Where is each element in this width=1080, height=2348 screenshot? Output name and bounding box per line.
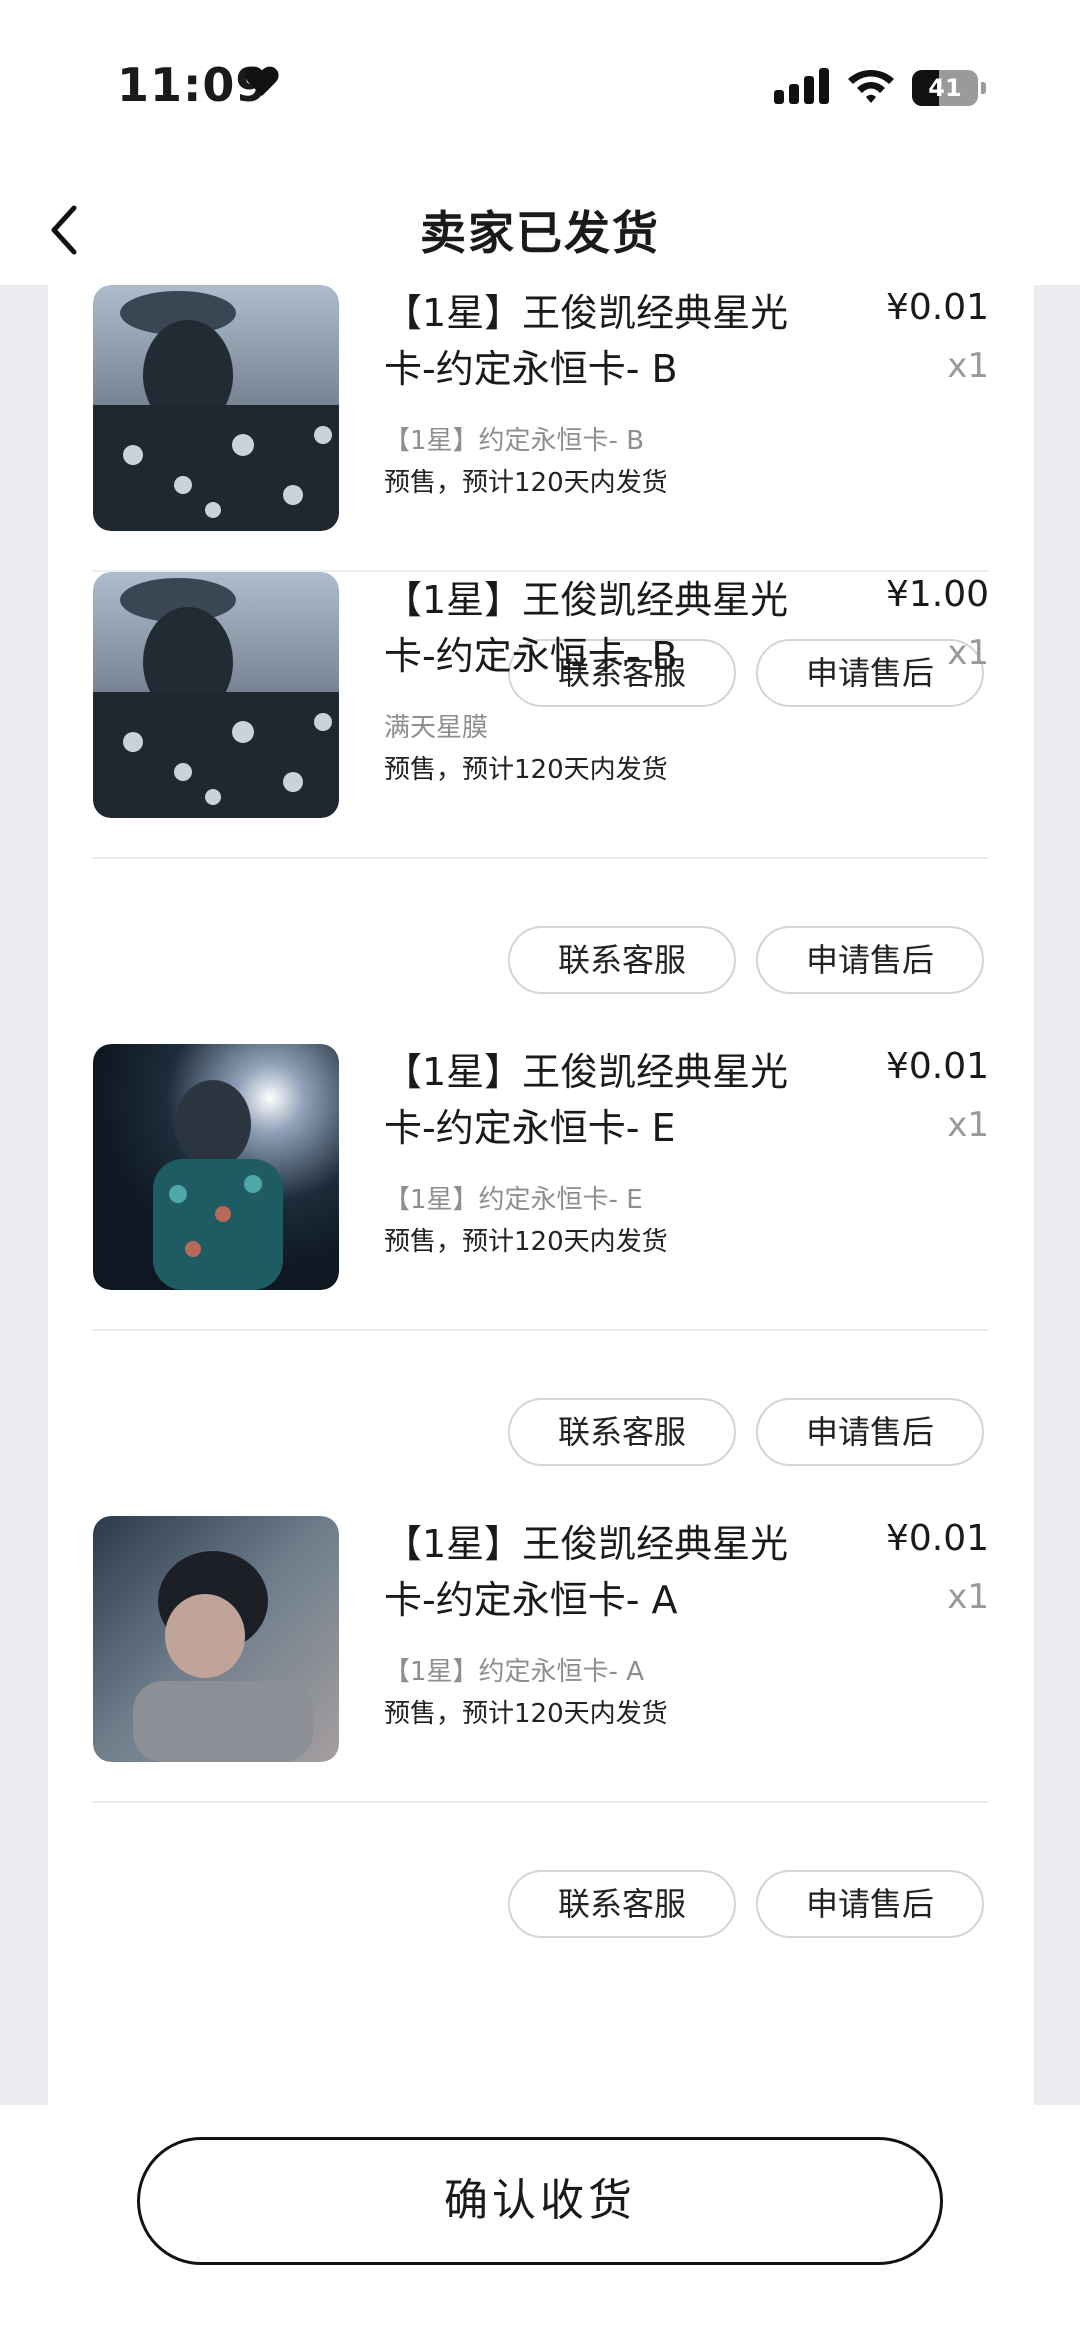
product-quantity: x1 bbox=[947, 1105, 989, 1145]
contact-service-button[interactable]: 联系客服 bbox=[508, 926, 736, 994]
order-item: 【1星】王俊凯经典星光卡-约定永恒卡- E ¥0.01 x1 【1星】约定永恒卡… bbox=[48, 1044, 1034, 1516]
divider bbox=[93, 1329, 989, 1331]
battery-icon: 41 bbox=[912, 70, 988, 108]
after-sale-button[interactable]: 申请售后 bbox=[756, 926, 984, 994]
product-thumbnail[interactable] bbox=[93, 572, 339, 818]
shipping-note: 预售，预计120天内发货 bbox=[384, 755, 668, 785]
divider bbox=[93, 857, 989, 859]
nav-bar: 卖家已发货 bbox=[0, 175, 1080, 285]
product-spec: 【1星】约定永恒卡- A bbox=[384, 1657, 644, 1687]
product-title[interactable]: 【1星】王俊凯经典星光卡-约定永恒卡- A bbox=[384, 1516, 814, 1628]
product-quantity: x1 bbox=[947, 1577, 989, 1617]
order-item: 【1星】王俊凯经典星光卡-约定永恒卡- A ¥0.01 x1 【1星】约定永恒卡… bbox=[48, 1516, 1034, 1988]
product-spec: 【1星】约定永恒卡- E bbox=[384, 1185, 643, 1215]
after-sale-button[interactable]: 申请售后 bbox=[756, 1398, 984, 1466]
order-items-card: 【1星】王俊凯经典星光卡-约定永恒卡- B ¥0.01 x1 【1星】约定永恒卡… bbox=[48, 285, 1034, 2105]
product-title[interactable]: 【1星】王俊凯经典星光卡-约定永恒卡- B bbox=[384, 285, 814, 397]
page-title: 卖家已发货 bbox=[420, 206, 660, 260]
wifi-icon bbox=[848, 70, 894, 103]
after-sale-button[interactable]: 申请售后 bbox=[756, 1870, 984, 1938]
product-price: ¥0.01 bbox=[885, 287, 989, 328]
contact-service-button[interactable]: 联系客服 bbox=[508, 1398, 736, 1466]
product-quantity: x1 bbox=[947, 346, 989, 386]
heart-icon bbox=[245, 66, 279, 97]
product-title[interactable]: 【1星】王俊凯经典星光卡-约定永恒卡- E bbox=[384, 1044, 814, 1156]
product-thumbnail[interactable] bbox=[93, 285, 339, 531]
bottom-action-bar: 确认收货 bbox=[0, 2105, 1080, 2348]
status-bar: 11:09 41 bbox=[0, 0, 1080, 175]
shipping-note: 预售，预计120天内发货 bbox=[384, 468, 668, 498]
product-price: ¥1.00 bbox=[885, 574, 989, 615]
order-item: 【1星】王俊凯经典星光卡-约定永恒卡- B ¥1.00 x1 满天星膜 预售，预… bbox=[48, 572, 1034, 1044]
divider bbox=[93, 1801, 989, 1803]
product-price: ¥0.01 bbox=[885, 1046, 989, 1087]
product-spec: 【1星】约定永恒卡- B bbox=[384, 426, 645, 456]
contact-service-button[interactable]: 联系客服 bbox=[508, 1870, 736, 1938]
product-price: ¥0.01 bbox=[885, 1518, 989, 1559]
shipping-note: 预售，预计120天内发货 bbox=[384, 1699, 668, 1729]
cellular-signal-icon bbox=[774, 68, 829, 104]
product-thumbnail[interactable] bbox=[93, 1516, 339, 1762]
product-spec: 满天星膜 bbox=[384, 713, 489, 743]
battery-percent: 41 bbox=[928, 74, 962, 102]
product-title[interactable]: 【1星】王俊凯经典星光卡-约定永恒卡- B bbox=[384, 572, 814, 684]
order-item: 【1星】王俊凯经典星光卡-约定永恒卡- B ¥0.01 x1 【1星】约定永恒卡… bbox=[48, 285, 1034, 707]
product-quantity: x1 bbox=[947, 633, 989, 673]
shipping-note: 预售，预计120天内发货 bbox=[384, 1227, 668, 1257]
product-thumbnail[interactable] bbox=[93, 1044, 339, 1290]
confirm-receipt-button[interactable]: 确认收货 bbox=[137, 2137, 943, 2265]
